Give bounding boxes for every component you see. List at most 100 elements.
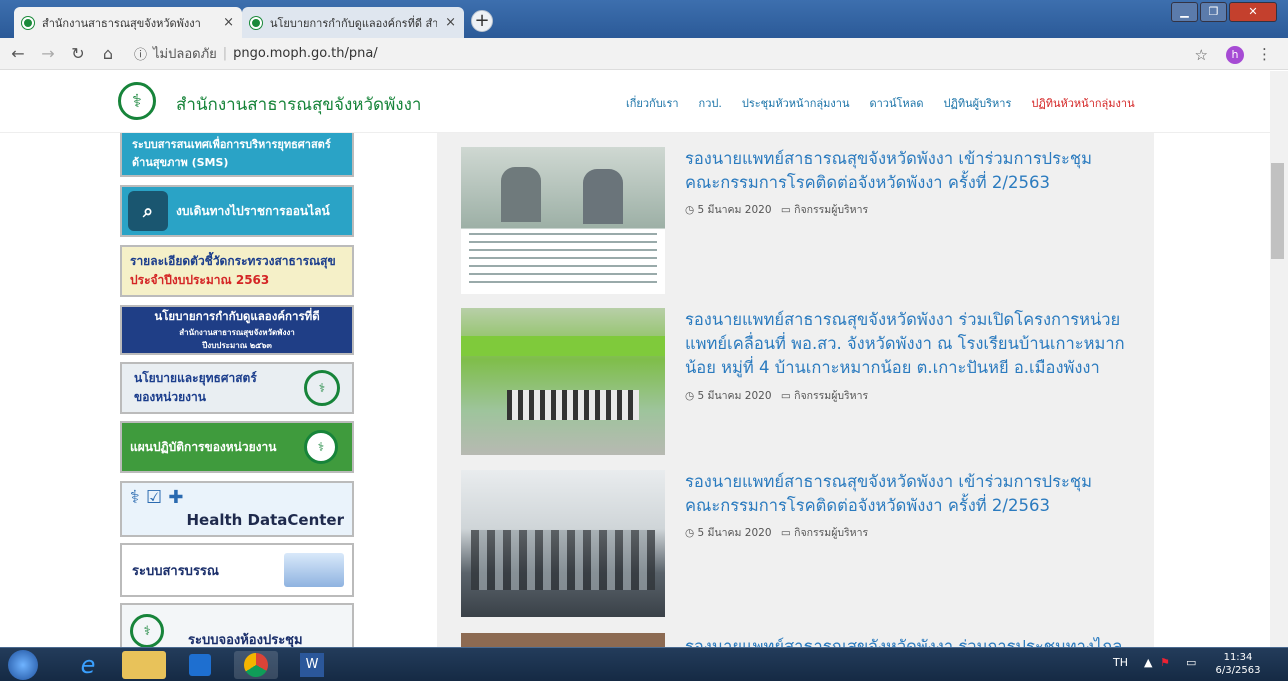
maximize-button[interactable]: ❐ xyxy=(1200,2,1227,22)
media-player-icon[interactable] xyxy=(178,651,222,679)
bookmark-star-icon[interactable]: ☆ xyxy=(1195,46,1208,64)
nav-item-head-calendar[interactable]: ปฏิทินหัวหน้ากลุ่มงาน xyxy=(1031,94,1134,112)
banner-line: ปีงบประมาณ ๒๕๖๓ xyxy=(202,341,272,350)
scrollbar-thumb[interactable] xyxy=(1271,163,1284,259)
banner-good-governance[interactable]: นโยบายการกำกับดูแลองค์การที่ดี สำนักงานส… xyxy=(120,305,354,355)
news-thumbnail[interactable] xyxy=(461,308,665,455)
nav-item-about[interactable]: เกี่ยวกับเรา xyxy=(626,94,679,112)
search-icon: ⌕ xyxy=(128,191,168,231)
action-center-icon[interactable]: ⚑ xyxy=(1160,656,1170,669)
new-tab-button[interactable]: + xyxy=(471,10,493,32)
file-explorer-icon[interactable] xyxy=(122,651,166,679)
chrome-icon[interactable] xyxy=(234,651,278,679)
clock-icon: ◷ xyxy=(685,527,695,539)
close-window-button[interactable]: ✕ xyxy=(1229,2,1277,22)
language-indicator[interactable]: TH xyxy=(1113,656,1128,669)
news-thumbnail[interactable] xyxy=(461,633,665,647)
address-bar[interactable]: ⓘ ไม่ปลอดภัย | pngo.moph.go.th/pna/ xyxy=(134,43,378,64)
news-date: 5 มีนาคม 2020 xyxy=(697,204,772,216)
site-favicon-icon xyxy=(22,16,34,29)
news-thumbnail[interactable] xyxy=(461,147,665,294)
news-category-link[interactable]: กิจกรรมผู้บริหาร xyxy=(794,204,868,216)
news-item: รองนายแพทย์สาธารณสุขจังหวัดพังงา ร่วมเปิ… xyxy=(461,308,1141,455)
news-category-link[interactable]: กิจกรรมผู้บริหาร xyxy=(794,390,868,402)
folder-icon: ▭ xyxy=(780,390,791,402)
menu-kebab-icon[interactable]: ⋮ xyxy=(1257,45,1272,63)
banner-saraban[interactable]: ระบบสารบรรณ xyxy=(120,543,354,597)
banner-line: ของหน่วยงาน xyxy=(134,390,206,404)
tab-close-icon[interactable]: × xyxy=(445,15,456,30)
banner-text: งบเดินทางไปราชการออนไลน์ xyxy=(176,203,330,218)
main-nav: เกี่ยวกับเรา กวป. ประชุมหัวหน้ากลุ่มงาน … xyxy=(626,94,1155,112)
windows-taskbar: e W TH ▲ ⚑ ▭ 11:34 6/3/2563 xyxy=(0,647,1288,681)
folder-icon: ▭ xyxy=(780,204,791,216)
banner-policy[interactable]: นโยบายและยุทธศาสตร์ ของหน่วยงาน ⚕ xyxy=(120,362,354,414)
site-title[interactable]: สำนักงานสาธารณสุขจังหวัดพังงา xyxy=(176,91,421,118)
banner-travel-budget[interactable]: ⌕ งบเดินทางไปราชการออนไลน์ xyxy=(120,185,354,237)
photo-person xyxy=(501,167,541,222)
banner-text: ระบบจองห้องประชุม xyxy=(188,632,303,648)
security-label: ไม่ปลอดภัย xyxy=(153,47,217,62)
tab-title: นโยบายการกำกับดูแลองค์กรที่ดี สำ xyxy=(270,16,438,30)
news-date: 5 มีนาคม 2020 xyxy=(697,527,772,539)
start-button[interactable] xyxy=(8,650,38,680)
back-arrow-icon[interactable]: ← xyxy=(6,44,30,63)
news-item: รองนายแพทย์สาธารณสุขจังหวัดพังงา เข้าร่ว… xyxy=(461,147,1141,294)
banner-line: นโยบายและยุทธศาสตร์ xyxy=(134,371,257,385)
banner-kpi[interactable]: รายละเอียดตัวชี้วัดกระทรวงสาธารณสุข ประจ… xyxy=(120,245,354,297)
photo-caption-lines xyxy=(469,233,657,235)
news-thumbnail[interactable] xyxy=(461,470,665,617)
banner-line: นโยบายการกำกับดูแลองค์การที่ดี xyxy=(154,309,320,323)
tab-active[interactable]: สำนักงานสาธารณสุขจังหวัดพังงา × xyxy=(14,7,242,38)
banner-text: Health DataCenter xyxy=(186,511,344,529)
news-date: 5 มีนาคม 2020 xyxy=(697,390,772,402)
page-scrollbar[interactable] xyxy=(1270,71,1288,647)
clock-icon: ◷ xyxy=(685,390,695,402)
url-text[interactable]: pngo.moph.go.th/pna/ xyxy=(233,46,378,61)
banner-text: ระบบสารบรรณ xyxy=(132,563,219,579)
news-title-link[interactable]: รองนายแพทย์สาธารณสุขจังหวัดพังงา ร่วมการ… xyxy=(685,635,1125,647)
news-item: รองนายแพทย์สาธารณสุขจังหวัดพังงา เข้าร่ว… xyxy=(461,470,1141,617)
info-icon[interactable]: ⓘ xyxy=(134,44,147,63)
clock[interactable]: 11:34 6/3/2563 xyxy=(1214,651,1262,677)
news-title-link[interactable]: รองนายแพทย์สาธารณสุขจังหวัดพังงา เข้าร่ว… xyxy=(685,470,1125,518)
clock-date: 6/3/2563 xyxy=(1215,665,1261,676)
banner-health-datacenter[interactable]: ⚕ ☑ ✚ Health DataCenter xyxy=(120,481,354,537)
news-category-link[interactable]: กิจกรรมผู้บริหาร xyxy=(794,527,868,539)
site-favicon-icon xyxy=(250,16,262,29)
clock-icon: ◷ xyxy=(685,204,695,216)
tab-inactive[interactable]: นโยบายการกำกับดูแลองค์กรที่ดี สำ × xyxy=(242,7,464,38)
banner-text: แผนปฏิบัติการของหน่วยงาน xyxy=(130,439,277,454)
nav-item-exec-calendar[interactable]: ปฏิทินผู้บริหาร xyxy=(944,94,1012,112)
folder-icon: ▭ xyxy=(780,527,791,539)
word-icon[interactable]: W xyxy=(290,651,334,679)
health-icons-icon: ⚕ ☑ ✚ xyxy=(130,487,184,508)
banner-sms[interactable]: ระบบสารสนเทศเพื่อการบริหารยุทธศาสตร์ ด้า… xyxy=(120,129,354,177)
photo-person xyxy=(583,169,623,224)
forward-arrow-icon[interactable]: → xyxy=(36,44,60,63)
network-icon[interactable]: ▭ xyxy=(1186,656,1196,669)
nav-item-download[interactable]: ดาวน์โหลด xyxy=(869,94,923,112)
nav-item-meeting[interactable]: ประชุมหัวหน้ากลุ่มงาน xyxy=(742,94,850,112)
internet-explorer-icon[interactable]: e xyxy=(66,651,110,679)
news-title-link[interactable]: รองนายแพทย์สาธารณสุขจังหวัดพังงา ร่วมเปิ… xyxy=(685,308,1125,380)
tab-close-icon[interactable]: × xyxy=(223,15,234,30)
news-item: รองนายแพทย์สาธารณสุขจังหวัดพังงา ร่วมการ… xyxy=(461,633,1141,647)
tray-expand-icon[interactable]: ▲ xyxy=(1144,656,1152,669)
minimize-button[interactable]: ▁ xyxy=(1171,2,1198,22)
banner-meeting-room[interactable]: ⚕ ระบบจองห้องประชุม xyxy=(120,603,354,647)
moph-logo-icon: ⚕ xyxy=(304,370,340,406)
profile-avatar[interactable]: h xyxy=(1226,46,1244,64)
browser-titlebar: สำนักงานสาธารณสุขจังหวัดพังงา × นโยบายกา… xyxy=(0,0,1288,38)
moph-logo-icon: ⚕ xyxy=(304,430,338,464)
home-icon[interactable]: ⌂ xyxy=(96,44,120,63)
nav-item-kwp[interactable]: กวป. xyxy=(699,94,722,112)
moph-logo-icon[interactable]: ⚕ xyxy=(118,82,156,120)
moph-logo-icon: ⚕ xyxy=(130,614,164,647)
photo-building-band xyxy=(461,336,665,356)
news-title-link[interactable]: รองนายแพทย์สาธารณสุขจังหวัดพังงา เข้าร่ว… xyxy=(685,147,1125,195)
banner-action-plan[interactable]: แผนปฏิบัติการของหน่วยงาน ⚕ xyxy=(120,421,354,473)
tab-title: สำนักงานสาธารณสุขจังหวัดพังงา xyxy=(42,16,201,30)
banner-line: รายละเอียดตัวชี้วัดกระทรวงสาธารณสุข xyxy=(130,254,336,268)
reload-icon[interactable]: ↻ xyxy=(66,44,90,63)
